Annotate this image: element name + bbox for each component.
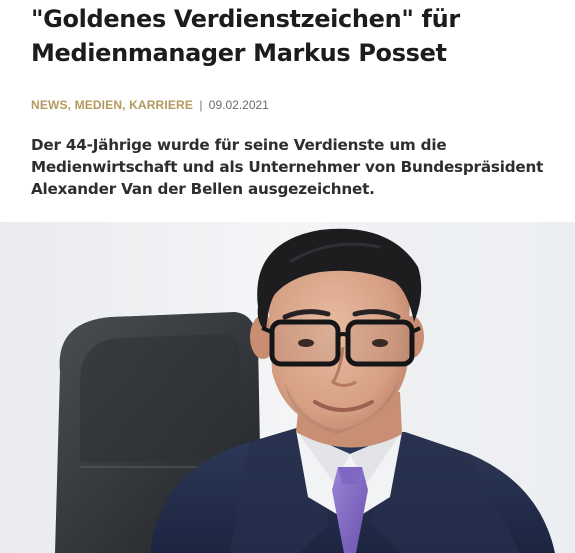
headline-line-2: Medienmanager Markus Posset xyxy=(31,39,447,67)
category-links[interactable]: NEWS, MEDIEN, KARRIERE xyxy=(31,98,193,112)
lead-line-3: Alexander Van der Bellen ausgezeichnet. xyxy=(31,180,375,198)
portrait-illustration xyxy=(0,222,575,553)
article-photo xyxy=(0,222,575,553)
meta-separator: | xyxy=(199,98,203,112)
publish-date: 09.02.2021 xyxy=(208,98,269,112)
article-lead: Der 44-Jährige wurde für seine Verdienst… xyxy=(31,134,561,200)
headline-line-1: "Goldenes Verdienstzeichen" für xyxy=(31,5,460,33)
article-headline: "Goldenes Verdienstzeichen" für Medienma… xyxy=(31,2,561,70)
article-page: "Goldenes Verdienstzeichen" für Medienma… xyxy=(0,0,575,553)
lead-line-1: Der 44-Jährige wurde für seine Verdienst… xyxy=(31,136,447,154)
lead-line-2: Medienwirtschaft und als Unternehmer von… xyxy=(31,158,544,176)
article-meta: NEWS, MEDIEN, KARRIERE | 09.02.2021 xyxy=(31,97,551,113)
